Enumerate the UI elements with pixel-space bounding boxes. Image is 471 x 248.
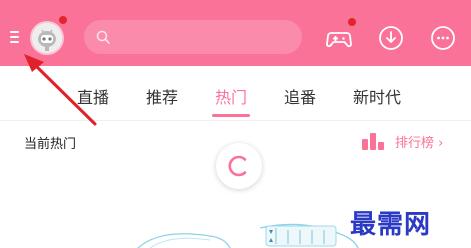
avatar-badge — [58, 15, 68, 25]
watermark: 最需网 — [350, 210, 432, 240]
empty-state-illustration — [137, 223, 359, 248]
chat-bubble-icon — [431, 26, 455, 50]
game-center-badge — [347, 17, 357, 27]
gamepad-icon — [326, 32, 352, 48]
tab-live[interactable]: 直播 — [77, 84, 109, 108]
tab-bar: 直播 推荐 热门 追番 新时代 — [0, 66, 471, 121]
avatar-robot-icon — [32, 23, 62, 53]
avatar[interactable] — [32, 23, 62, 53]
ranking-label: 排行榜 › — [395, 132, 443, 151]
download-icon — [379, 26, 403, 50]
tab-new-era[interactable]: 新时代 — [353, 84, 401, 108]
hamburger-icon[interactable] — [10, 31, 20, 43]
game-center-button[interactable] — [325, 24, 353, 52]
section-title: 当前热门 — [24, 137, 77, 152]
bar-chart-icon — [362, 133, 384, 150]
loading-indicator — [216, 143, 262, 189]
active-tab-indicator — [212, 114, 250, 117]
search-icon — [96, 30, 110, 44]
top-bar — [0, 0, 471, 66]
loading-spinner-icon — [228, 155, 247, 177]
tab-bangumi[interactable]: 追番 — [284, 84, 316, 108]
tab-recommended[interactable]: 推荐 — [146, 84, 178, 108]
search-input[interactable] — [84, 20, 302, 54]
download-button[interactable] — [377, 24, 405, 52]
messages-button[interactable] — [429, 24, 457, 52]
tab-popular[interactable]: 热门 — [215, 84, 247, 108]
ranking-text: 排行榜 — [395, 136, 435, 151]
chevron-right-icon: › — [438, 136, 444, 151]
